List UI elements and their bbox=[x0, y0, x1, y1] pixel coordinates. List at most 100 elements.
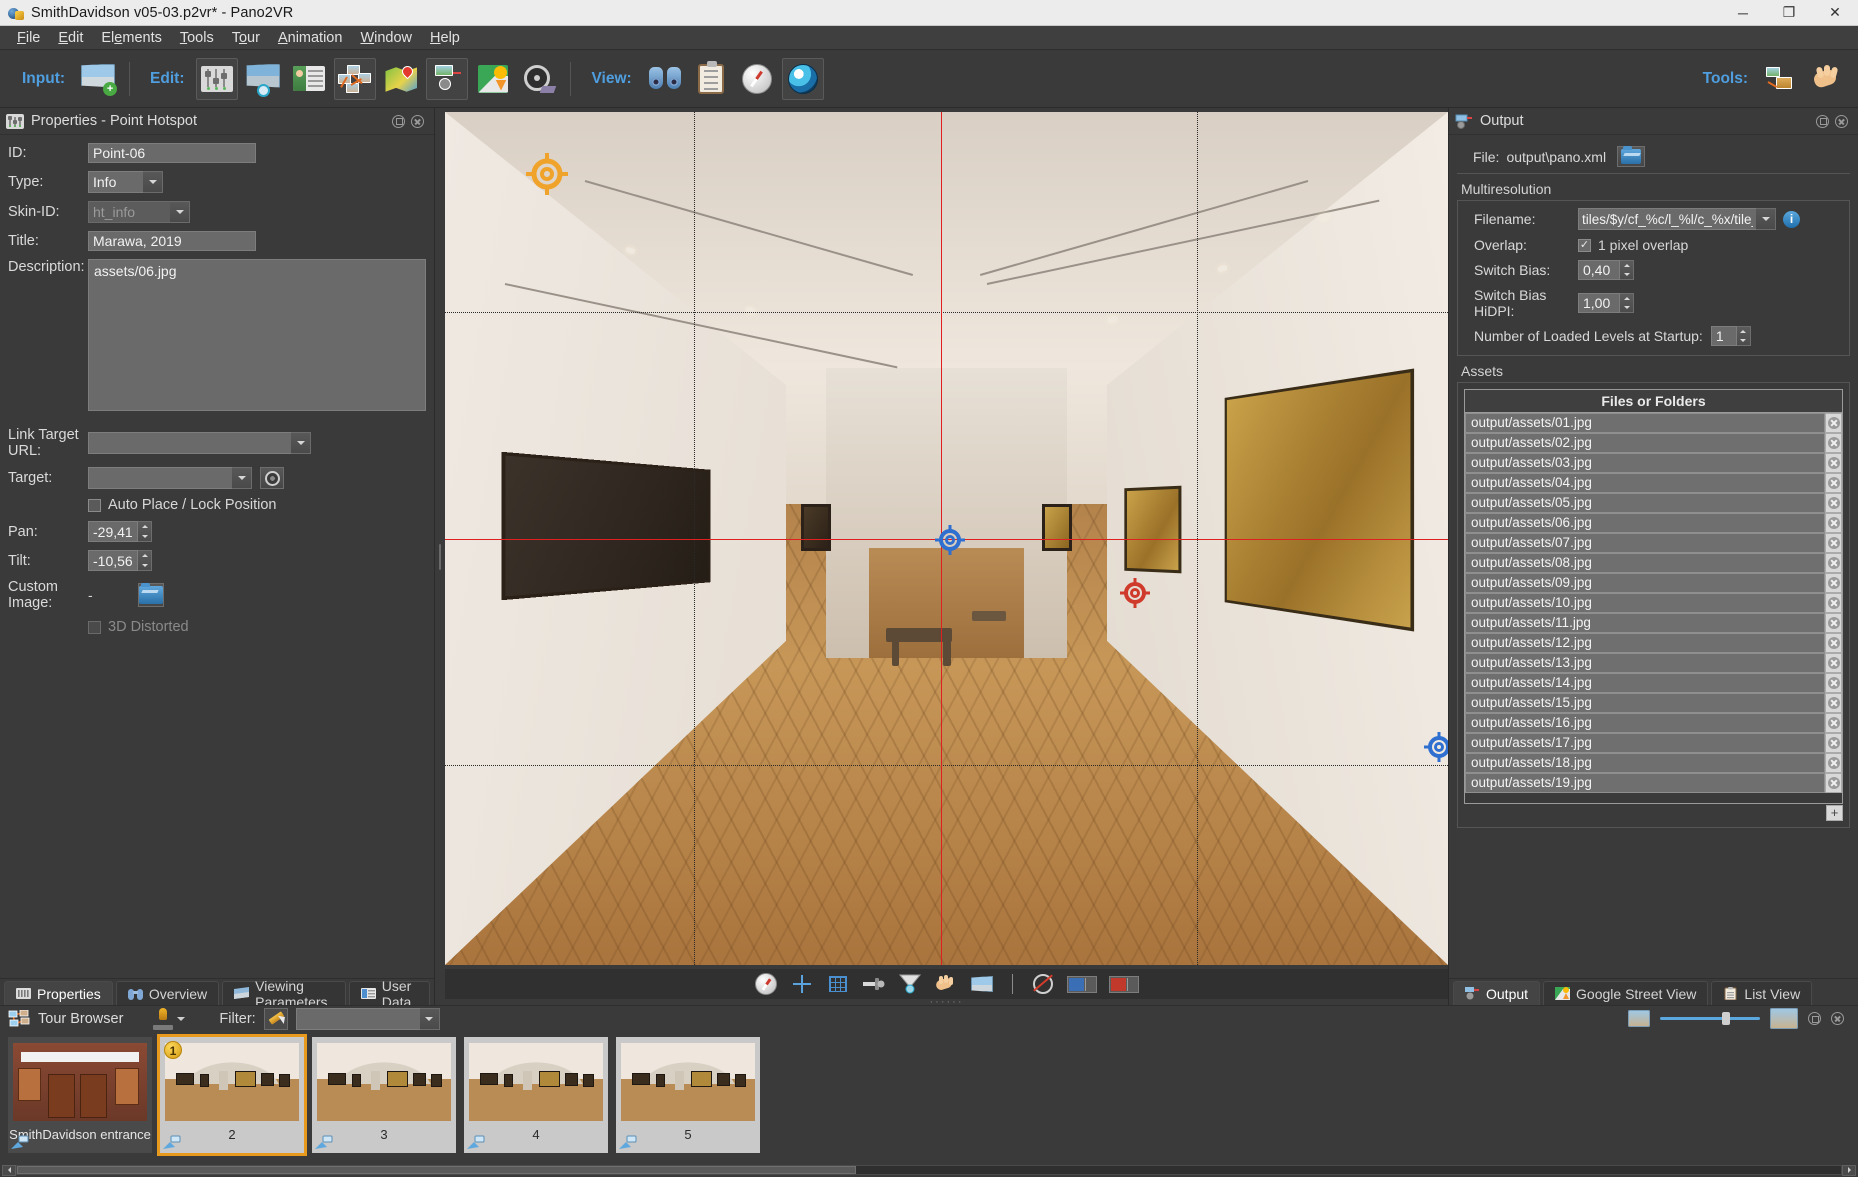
tour-thumbnail[interactable]: 12 bbox=[157, 1034, 307, 1156]
asset-path[interactable]: output/assets/07.jpg bbox=[1465, 533, 1825, 553]
skin-id-combobox[interactable] bbox=[88, 201, 190, 223]
asset-row[interactable]: output/assets/05.jpg bbox=[1465, 493, 1842, 513]
remove-asset-button[interactable] bbox=[1825, 553, 1842, 573]
asset-row[interactable]: output/assets/13.jpg bbox=[1465, 653, 1842, 673]
node-stamp-button[interactable] bbox=[153, 1007, 186, 1030]
asset-row[interactable]: output/assets/07.jpg bbox=[1465, 533, 1842, 553]
asset-path[interactable]: output/assets/04.jpg bbox=[1465, 473, 1825, 493]
dock-close-button[interactable] bbox=[411, 114, 424, 128]
output-dock-close-button[interactable] bbox=[1835, 114, 1848, 128]
asset-path[interactable]: output/assets/10.jpg bbox=[1465, 593, 1825, 613]
output-undock-button[interactable] bbox=[1816, 114, 1829, 128]
pan-stepper[interactable] bbox=[88, 521, 152, 542]
filter-edit-button[interactable] bbox=[263, 1007, 292, 1030]
asset-path[interactable]: output/assets/18.jpg bbox=[1465, 753, 1825, 773]
description-textarea[interactable]: assets/06.jpg bbox=[88, 259, 426, 411]
asset-row[interactable]: output/assets/15.jpg bbox=[1465, 693, 1842, 713]
type-value[interactable] bbox=[88, 171, 143, 193]
asset-row[interactable]: output/assets/11.jpg bbox=[1465, 613, 1842, 633]
preview-eye-icon[interactable] bbox=[781, 57, 824, 100]
tab-google-street-view[interactable]: Google Street View bbox=[1543, 981, 1709, 1005]
asset-path[interactable]: output/assets/16.jpg bbox=[1465, 713, 1825, 733]
remove-asset-button[interactable] bbox=[1825, 633, 1842, 653]
thumbnail-size-small-icon[interactable] bbox=[1628, 1010, 1650, 1027]
hidpi-decrement[interactable] bbox=[1620, 303, 1633, 312]
tab-overview[interactable]: Overview bbox=[115, 981, 220, 1005]
properties-clipboard-icon[interactable] bbox=[690, 58, 732, 100]
browse-output-file-button[interactable] bbox=[1617, 146, 1646, 167]
asset-path[interactable]: output/assets/08.jpg bbox=[1465, 553, 1825, 573]
tab-viewing-parameters[interactable]: Viewing Parameters bbox=[222, 978, 346, 1010]
chevron-down-icon[interactable] bbox=[1756, 208, 1776, 230]
browse-custom-image-button[interactable] bbox=[138, 583, 164, 607]
target-combobox[interactable] bbox=[88, 467, 252, 489]
tour-thumbnail[interactable]: 3 bbox=[312, 1037, 456, 1153]
remove-asset-button[interactable] bbox=[1825, 673, 1842, 693]
panorama-viewing-parameters-icon[interactable] bbox=[242, 58, 284, 100]
tab-user-data[interactable]: User Data bbox=[348, 978, 430, 1010]
distorted-checkbox[interactable] bbox=[88, 620, 101, 634]
remove-asset-button[interactable] bbox=[1825, 713, 1842, 733]
title-input[interactable] bbox=[88, 231, 256, 251]
tour-browser-undock-button[interactable] bbox=[1808, 1012, 1821, 1025]
tour-thumbnail[interactable]: SmithDavidson entrance bbox=[8, 1037, 152, 1153]
remove-asset-button[interactable] bbox=[1825, 473, 1842, 493]
menu-edit[interactable]: Edit bbox=[49, 28, 92, 48]
add-asset-button[interactable]: + bbox=[1826, 804, 1843, 821]
filter-input[interactable] bbox=[295, 1007, 420, 1030]
pan-decrement[interactable] bbox=[138, 532, 151, 542]
asset-row[interactable]: output/assets/17.jpg bbox=[1465, 733, 1842, 753]
panorama-canvas[interactable] bbox=[445, 112, 1448, 965]
add-sound-icon[interactable] bbox=[862, 972, 886, 996]
undock-button[interactable] bbox=[392, 114, 405, 128]
overlap-checkbox[interactable] bbox=[1578, 238, 1591, 252]
asset-path[interactable]: output/assets/09.jpg bbox=[1465, 573, 1825, 593]
levels-increment[interactable] bbox=[1737, 327, 1750, 336]
asset-row[interactable]: output/assets/08.jpg bbox=[1465, 553, 1842, 573]
tab-output[interactable]: Output bbox=[1453, 981, 1541, 1005]
animation-reel-icon[interactable] bbox=[518, 58, 560, 100]
target-input[interactable] bbox=[88, 467, 232, 489]
add-panorama-icon[interactable]: + bbox=[77, 58, 119, 100]
asset-row[interactable]: output/assets/09.jpg bbox=[1465, 573, 1842, 593]
remove-asset-button[interactable] bbox=[1825, 653, 1842, 673]
add-image-icon[interactable] bbox=[898, 972, 922, 996]
tour-browser-scrollbar[interactable] bbox=[0, 1163, 1858, 1177]
floorplan-map-icon[interactable] bbox=[380, 58, 422, 100]
remove-asset-button[interactable] bbox=[1825, 513, 1842, 533]
asset-row[interactable]: output/assets/06.jpg bbox=[1465, 513, 1842, 533]
maximize-button[interactable]: ❐ bbox=[1766, 0, 1812, 26]
tab-properties[interactable]: Properties bbox=[4, 981, 113, 1005]
asset-row[interactable]: output/assets/01.jpg bbox=[1465, 413, 1842, 433]
chevron-down-icon[interactable] bbox=[291, 432, 311, 454]
remove-asset-button[interactable] bbox=[1825, 533, 1842, 553]
switch-bias-hidpi-input[interactable] bbox=[1578, 293, 1620, 313]
compass-icon[interactable] bbox=[754, 972, 778, 996]
tour-thumbnail[interactable]: 5 bbox=[616, 1037, 760, 1153]
google-street-view-icon[interactable] bbox=[472, 58, 514, 100]
add-point-hotspot-icon[interactable] bbox=[790, 972, 814, 996]
tour-browser-close-button[interactable] bbox=[1831, 1012, 1844, 1025]
asset-path[interactable]: output/assets/05.jpg bbox=[1465, 493, 1825, 513]
switch-bias-input[interactable] bbox=[1578, 260, 1620, 280]
tour-thumbnail-strip[interactable]: SmithDavidson entrance 1 2 3 4 5 bbox=[0, 1031, 1858, 1163]
tilt-stepper[interactable] bbox=[88, 550, 152, 571]
asset-row[interactable]: output/assets/19.jpg bbox=[1465, 773, 1842, 793]
asset-path[interactable]: output/assets/06.jpg bbox=[1465, 513, 1825, 533]
pick-target-button[interactable] bbox=[260, 467, 284, 489]
pan-hand-icon[interactable] bbox=[970, 972, 994, 996]
remove-asset-button[interactable] bbox=[1825, 693, 1842, 713]
hotspot-blue-center[interactable] bbox=[934, 525, 965, 556]
minimize-button[interactable]: ─ bbox=[1720, 0, 1766, 26]
viewing-parameters-icon[interactable] bbox=[736, 58, 778, 100]
tilt-input[interactable] bbox=[88, 550, 138, 571]
scroll-right-button[interactable] bbox=[1842, 1164, 1856, 1176]
tour-map-icon[interactable] bbox=[334, 57, 377, 100]
asset-row[interactable]: output/assets/16.jpg bbox=[1465, 713, 1842, 733]
thumbnail-size-slider[interactable] bbox=[1660, 1012, 1760, 1026]
asset-path[interactable]: output/assets/01.jpg bbox=[1465, 413, 1825, 433]
hotspot-red[interactable] bbox=[1120, 578, 1151, 609]
asset-row[interactable]: output/assets/10.jpg bbox=[1465, 593, 1842, 613]
close-button[interactable]: ✕ bbox=[1812, 0, 1858, 26]
add-polygon-hotspot-icon[interactable] bbox=[826, 972, 850, 996]
